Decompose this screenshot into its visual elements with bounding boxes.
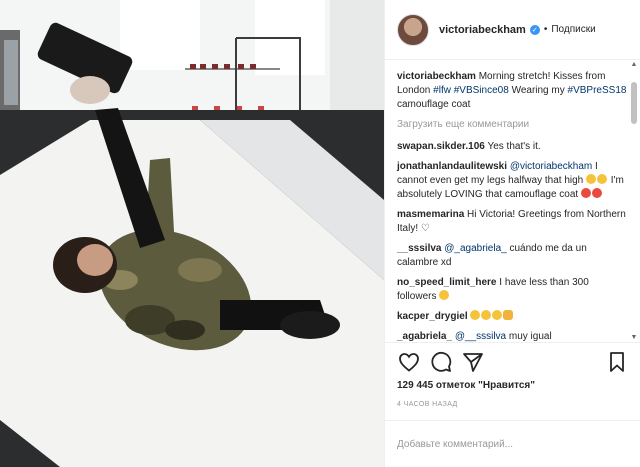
comments-scrollbar[interactable]: ▲ ▼ <box>630 60 638 342</box>
comment-username[interactable]: masmemarina <box>397 209 464 220</box>
comment-item: masmemarina Hi Victoria! Greetings from … <box>397 208 627 236</box>
comment-username[interactable]: kacper_drygiel <box>397 311 468 322</box>
comment-text: Yes that's it. <box>487 141 541 152</box>
comment-item: jonathanlandaulitewski @victoriabeckham … <box>397 160 627 202</box>
likes-count[interactable]: 129 445 отметок "Нравится" <box>397 380 535 391</box>
heart-icon[interactable] <box>397 350 421 374</box>
load-more-comments[interactable]: Загрузить еще комментарии <box>397 118 627 132</box>
comment-username[interactable]: swapan.sikder.106 <box>397 141 485 152</box>
comment-mention[interactable]: @_agabriela_ <box>444 243 506 254</box>
separator-dot: • <box>543 24 548 35</box>
header-username[interactable]: victoriabeckham <box>439 24 526 36</box>
avatar[interactable] <box>397 13 429 46</box>
heart-eyes-emoji-icon <box>581 188 591 198</box>
caption: victoriabeckham Morning stretch! Kisses … <box>397 70 627 112</box>
scrollbar-thumb[interactable] <box>631 82 637 124</box>
laughing-emoji-icon <box>481 310 492 320</box>
comment-username[interactable]: jonathanlandaulitewski <box>397 161 507 172</box>
action-bar <box>385 342 640 380</box>
comments-list[interactable]: victoriabeckham Morning stretch! Kisses … <box>385 60 640 342</box>
comment-input[interactable] <box>397 438 629 450</box>
comment-text: muy igual <box>508 331 552 342</box>
comment-username[interactable]: _agabriela_ <box>397 331 452 342</box>
follow-button[interactable]: Подписки <box>551 24 595 35</box>
comment-mention[interactable]: @__sssilva <box>455 331 506 342</box>
caption-middle: Wearing my <box>511 85 565 96</box>
post-header: victoriabeckham ✓ • Подписки <box>385 0 640 60</box>
clap-emoji-icon <box>503 310 514 320</box>
post-timestamp[interactable]: 4 ЧАСОВ НАЗАД <box>397 401 458 408</box>
scroll-up-arrow-icon[interactable]: ▲ <box>630 60 638 69</box>
hashtag-vbsince08[interactable]: #VBSince08 <box>454 85 509 96</box>
comment-username[interactable]: __sssilva <box>397 243 442 254</box>
post-photo[interactable] <box>0 0 384 467</box>
comment-username[interactable]: no_speed_limit_here <box>397 277 496 288</box>
share-icon[interactable] <box>461 350 485 374</box>
verified-icon: ✓ <box>529 24 540 35</box>
caption-username[interactable]: victoriabeckham <box>397 71 476 82</box>
heart-eyes-emoji-icon <box>592 188 602 198</box>
hashtag-lfw[interactable]: #lfw <box>433 85 451 96</box>
add-comment-bar <box>385 420 640 467</box>
comment-item: swapan.sikder.106 Yes that's it. <box>397 140 627 154</box>
post-panel: victoriabeckham ✓ • Подписки victoriabec… <box>384 0 640 467</box>
comment-item: _agabriela_ @__sssilva muy igual <box>397 330 627 342</box>
sad-emoji-icon <box>439 290 450 300</box>
comment-item: __sssilva @_agabriela_ cuándo me da un c… <box>397 242 627 270</box>
bookmark-icon[interactable] <box>605 350 629 374</box>
grin-emoji-icon <box>586 174 597 184</box>
comment-item: kacper_drygiel <box>397 310 627 324</box>
caption-end: camouflage coat <box>397 99 471 110</box>
grin-emoji-icon <box>597 174 608 184</box>
photo-illustration <box>0 0 384 467</box>
laughing-emoji-icon <box>470 310 481 320</box>
comment-icon[interactable] <box>429 350 453 374</box>
hashtag-vbpress18[interactable]: #VBPreSS18 <box>568 85 627 96</box>
laughing-emoji-icon <box>492 310 503 320</box>
comment-mention[interactable]: @victoriabeckham <box>510 161 592 172</box>
comment-item: no_speed_limit_here I have less than 300… <box>397 276 627 304</box>
scroll-down-arrow-icon[interactable]: ▼ <box>630 333 638 342</box>
